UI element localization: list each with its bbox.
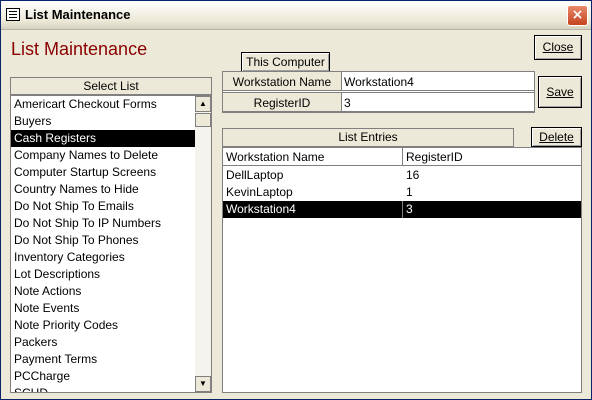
- select-list-scrollbar[interactable]: ▲ ▼: [195, 96, 211, 392]
- cell-workstation-name: DellLaptop: [226, 168, 284, 182]
- arrow-down-icon[interactable]: ▼: [195, 376, 211, 392]
- cell-workstation-name: Workstation4: [223, 201, 403, 218]
- close-button-label: Close: [542, 40, 574, 54]
- cell-register-id: 3: [406, 202, 413, 216]
- workstation-form: Workstation Name Workstation4 RegisterID…: [222, 71, 535, 113]
- workstation-name-field[interactable]: Workstation4: [341, 71, 535, 91]
- list-item[interactable]: Lot Descriptions: [11, 266, 211, 283]
- workstation-name-label: Workstation Name: [222, 71, 342, 91]
- window-close-icon[interactable]: ×: [567, 5, 588, 26]
- list-item[interactable]: SCHD: [11, 385, 211, 392]
- list-item[interactable]: Payment Terms: [11, 351, 211, 368]
- column-header-workstation[interactable]: Workstation Name: [223, 148, 403, 166]
- register-id-label: RegisterID: [222, 92, 342, 112]
- list-item[interactable]: Company Names to Delete: [11, 147, 211, 164]
- list-entries-label: List Entries: [222, 128, 514, 147]
- column-header-registerid[interactable]: RegisterID: [403, 148, 581, 166]
- this-computer-button[interactable]: This Computer: [241, 52, 330, 72]
- select-list-label: Select List: [10, 77, 212, 95]
- page-title: List Maintenance: [11, 39, 148, 59]
- delete-button[interactable]: Delete: [531, 127, 582, 147]
- list-item[interactable]: Packers: [11, 334, 211, 351]
- list-item[interactable]: Inventory Categories: [11, 249, 211, 266]
- delete-button-label: Delete: [539, 130, 574, 144]
- list-entries-grid[interactable]: Workstation Name RegisterID DellLaptop 16…: [222, 147, 582, 393]
- register-id-field[interactable]: 3: [341, 92, 535, 112]
- list-item[interactable]: Note Actions: [11, 283, 211, 300]
- table-row[interactable]: Workstation4 3: [223, 201, 581, 218]
- list-item[interactable]: Note Events: [11, 300, 211, 317]
- cell-register-id: 1: [406, 185, 413, 199]
- save-button[interactable]: Save: [538, 76, 582, 108]
- list-item[interactable]: Do Not Ship To Phones: [11, 232, 211, 249]
- close-button[interactable]: Close: [534, 35, 582, 60]
- list-item[interactable]: Country Names to Hide: [11, 181, 211, 198]
- list-item[interactable]: Cash Registers: [11, 130, 211, 147]
- list-item[interactable]: Buyers: [11, 113, 211, 130]
- cell-workstation-name: KevinLaptop: [226, 185, 293, 199]
- arrow-up-icon[interactable]: ▲: [195, 96, 211, 112]
- select-list[interactable]: Americart Checkout Forms Buyers Cash Regis…: [10, 95, 212, 393]
- window-title: List Maintenance: [25, 7, 131, 22]
- app-window: List Maintenance × List Maintenance This…: [0, 0, 592, 400]
- title-bar: List Maintenance ×: [1, 1, 591, 30]
- table-row[interactable]: KevinLaptop 1: [223, 184, 581, 201]
- list-item[interactable]: Americart Checkout Forms: [11, 96, 211, 113]
- list-item[interactable]: Note Priority Codes: [11, 317, 211, 334]
- table-row[interactable]: DellLaptop 16: [223, 167, 581, 184]
- save-button-label: Save: [546, 85, 574, 99]
- list-item[interactable]: Do Not Ship To Emails: [11, 198, 211, 215]
- list-item[interactable]: Do Not Ship To IP Numbers: [11, 215, 211, 232]
- scroll-thumb[interactable]: [195, 113, 211, 127]
- list-item[interactable]: Computer Startup Screens: [11, 164, 211, 181]
- list-item[interactable]: PCCharge: [11, 368, 211, 385]
- form-icon: [6, 8, 20, 21]
- select-list-items: Americart Checkout Forms Buyers Cash Regis…: [11, 96, 211, 392]
- cell-register-id: 16: [406, 168, 420, 182]
